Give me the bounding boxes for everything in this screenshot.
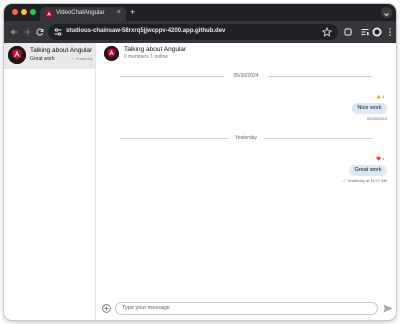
message-bubble[interactable]: Great work bbox=[349, 165, 387, 176]
channel-header: Talking about Angular 0 members 1 online bbox=[96, 43, 396, 69]
angular-logo-icon bbox=[104, 46, 119, 61]
close-window-button[interactable] bbox=[12, 9, 18, 15]
channel-list: Talking about Angular Great work ✓ Yeste… bbox=[4, 43, 96, 320]
plus-circle-icon[interactable] bbox=[102, 304, 111, 313]
chevron-down-icon bbox=[384, 13, 389, 17]
channel-last-time: ✓ Yesterday bbox=[70, 56, 93, 61]
tab-title: VideoChatAngular bbox=[56, 10, 105, 16]
browser-tab[interactable]: VideoChatAngular × bbox=[40, 7, 126, 21]
browser-window: VideoChatAngular × + studious-chainsaw-5… bbox=[4, 4, 396, 320]
forward-arrow-icon[interactable] bbox=[22, 27, 32, 37]
more-menu-icon[interactable] bbox=[385, 27, 395, 37]
browser-toolbar: studious-chainsaw-58rxrq5jjwcppv-4200.ap… bbox=[4, 21, 396, 43]
angular-favicon-icon bbox=[45, 10, 53, 18]
back-arrow-icon[interactable] bbox=[9, 27, 19, 37]
message-input-placeholder: Type your message bbox=[122, 305, 170, 311]
profile-avatar-icon[interactable] bbox=[372, 27, 382, 37]
message-reaction[interactable]: 👍 1 bbox=[376, 94, 384, 99]
tab-strip: VideoChatAngular × + bbox=[4, 4, 396, 21]
reading-list-icon[interactable] bbox=[360, 27, 370, 37]
chat-app: Talking about Angular Great work ✓ Yeste… bbox=[4, 43, 396, 320]
channel-member-count: 0 members 1 online bbox=[124, 54, 168, 60]
reload-icon[interactable] bbox=[35, 27, 45, 37]
address-bar[interactable]: studious-chainsaw-58rxrq5jjwcppv-4200.ap… bbox=[48, 24, 338, 40]
maximize-window-button[interactable] bbox=[30, 9, 36, 15]
channel-title: Talking about Angular bbox=[124, 46, 187, 53]
angular-logo-icon bbox=[8, 46, 26, 64]
minimize-window-button[interactable] bbox=[21, 9, 27, 15]
date-divider-label: Yesterday bbox=[234, 135, 258, 141]
url-text: studious-chainsaw-58rxrq5jjwcppv-4200.ap… bbox=[66, 28, 226, 34]
channel-last-message: Great work bbox=[30, 56, 55, 62]
extensions-icon[interactable] bbox=[343, 27, 353, 37]
send-icon[interactable] bbox=[383, 304, 393, 313]
message-reaction[interactable]: ❤️ 1 bbox=[376, 156, 384, 161]
message-composer: Type your message bbox=[96, 297, 396, 320]
channel-name: Talking about Angular bbox=[30, 47, 93, 54]
tab-close-icon[interactable]: × bbox=[117, 9, 121, 17]
message-bubble[interactable]: Nice work bbox=[352, 103, 387, 114]
channel-view: Talking about Angular 0 members 1 online… bbox=[96, 43, 396, 320]
message-timestamp: ✓ Yesterday at 11:07 AM bbox=[342, 178, 387, 183]
message-timestamp: 05/30/2024 bbox=[366, 116, 387, 121]
new-tab-button[interactable]: + bbox=[130, 8, 135, 17]
date-divider-label: 05/30/2024 bbox=[233, 73, 259, 79]
channel-item[interactable]: Talking about Angular Great work ✓ Yeste… bbox=[4, 43, 95, 69]
bookmark-star-icon[interactable] bbox=[322, 27, 332, 37]
site-settings-icon[interactable] bbox=[53, 27, 63, 37]
date-divider: 05/30/2024 bbox=[120, 73, 372, 80]
date-divider: Yesterday bbox=[120, 135, 372, 142]
tab-search-button[interactable] bbox=[381, 7, 392, 18]
message-input[interactable]: Type your message bbox=[115, 302, 378, 315]
